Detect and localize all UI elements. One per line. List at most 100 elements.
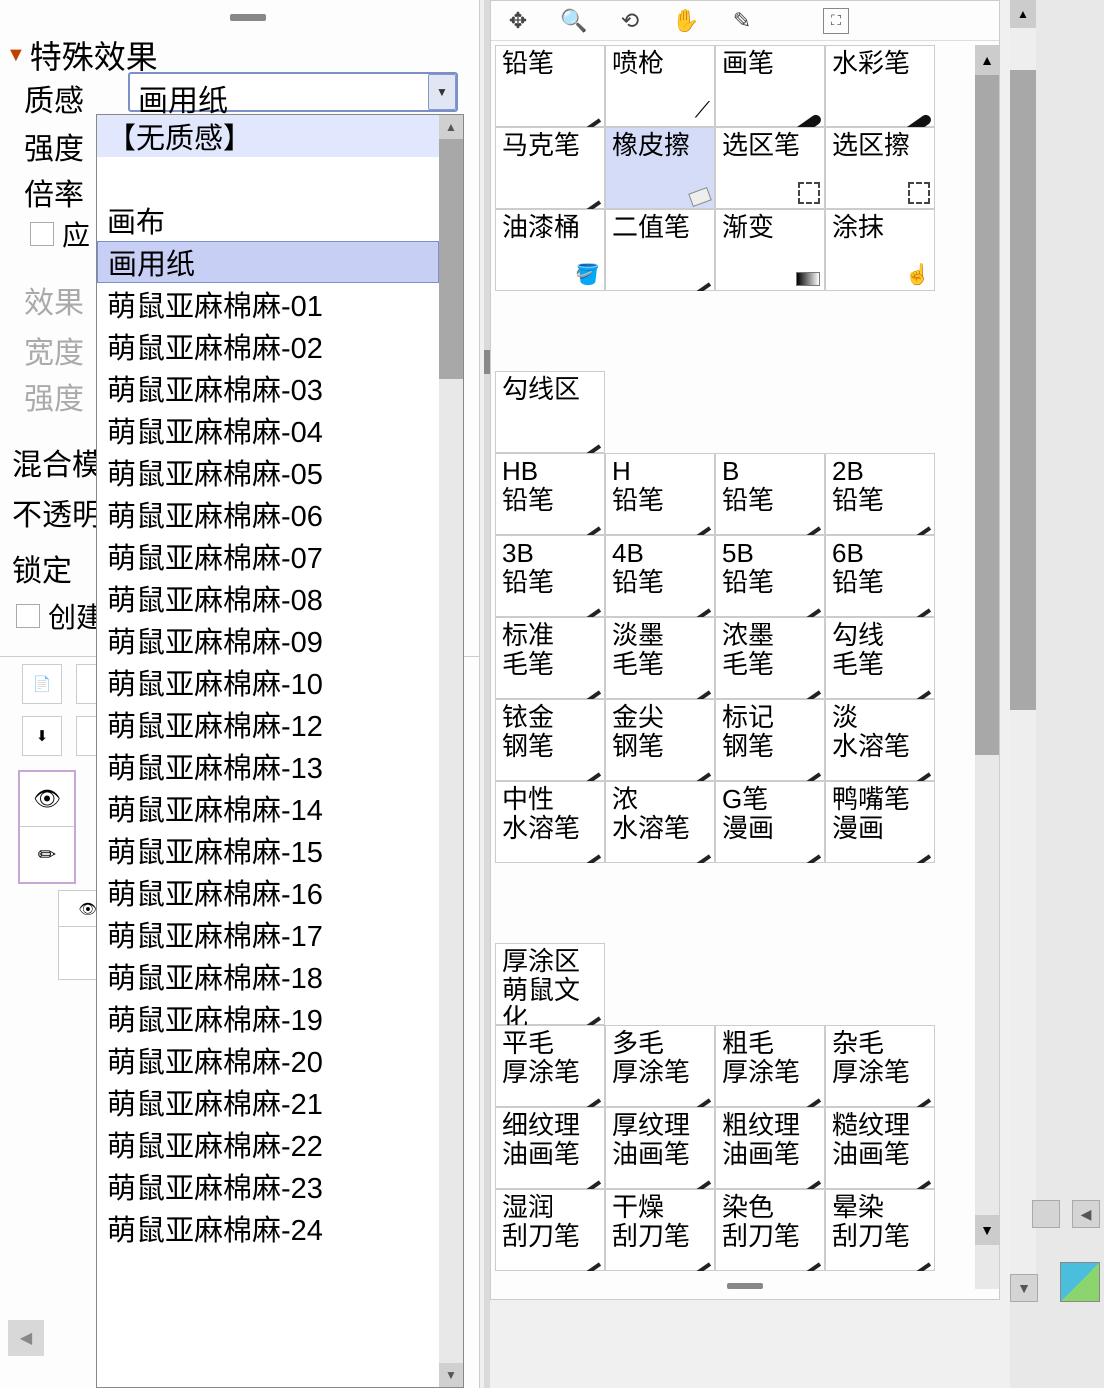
tool-B-铅笔[interactable]: B铅笔 — [715, 453, 825, 535]
panel-drag-handle[interactable] — [727, 1283, 763, 1289]
tool-鸭嘴笔-漫画[interactable]: 鸭嘴笔漫画 — [825, 781, 935, 863]
dropdown-item[interactable]: 萌鼠亚麻棉麻-04 — [97, 409, 439, 451]
dropdown-item[interactable]: 画布 — [97, 199, 439, 241]
tool-选区擦[interactable]: 选区擦 — [825, 127, 935, 209]
dropdown-item[interactable]: 萌鼠亚麻棉麻-09 — [97, 619, 439, 661]
tool-淡墨-毛笔[interactable]: 淡墨毛笔 — [605, 617, 715, 699]
edit-pencil-icon[interactable]: ✏ — [20, 827, 74, 882]
dropdown-item[interactable]: 萌鼠亚麻棉麻-05 — [97, 451, 439, 493]
zoom-tool-icon[interactable]: 🔍 — [559, 6, 589, 36]
dropdown-item[interactable]: 萌鼠亚麻棉麻-18 — [97, 955, 439, 997]
rotate-tool-icon[interactable]: ⟲ — [615, 6, 645, 36]
visibility-eye-icon[interactable]: 👁 — [20, 772, 74, 827]
tool-H-铅笔[interactable]: H铅笔 — [605, 453, 715, 535]
tool-3B-铅笔[interactable]: 3B铅笔 — [495, 535, 605, 617]
tool-淡-水溶笔[interactable]: 淡水溶笔 — [825, 699, 935, 781]
tool-渐变[interactable]: 渐变 — [715, 209, 825, 291]
mini-scrollbar[interactable]: ▲ — [1010, 0, 1036, 1300]
dropdown-item[interactable]: 萌鼠亚麻棉麻-12 — [97, 703, 439, 745]
dropdown-item[interactable]: 萌鼠亚麻棉麻-06 — [97, 493, 439, 535]
dropdown-item[interactable]: 萌鼠亚麻棉麻-15 — [97, 829, 439, 871]
tool-铅笔[interactable]: 铅笔 — [495, 45, 605, 127]
tool-油漆桶[interactable]: 油漆桶🪣 — [495, 209, 605, 291]
scroll-down-button[interactable]: ▼ — [439, 1363, 463, 1387]
tool-二值笔[interactable]: 二值笔 — [605, 209, 715, 291]
tool-选区笔[interactable]: 选区笔 — [715, 127, 825, 209]
dropdown-item[interactable]: 萌鼠亚麻棉麻-16 — [97, 871, 439, 913]
fit-view-icon[interactable]: ⛶ — [823, 8, 849, 34]
dropdown-item[interactable]: 萌鼠亚麻棉麻-01 — [97, 283, 439, 325]
tool-多毛-厚涂笔[interactable]: 多毛厚涂笔 — [605, 1025, 715, 1107]
dropdown-item[interactable]: 萌鼠亚麻棉麻-24 — [97, 1207, 439, 1249]
hand-tool-icon[interactable]: ✋ — [671, 6, 701, 36]
tool-湿润-刮刀笔[interactable]: 湿润刮刀笔 — [495, 1189, 605, 1271]
move-tool-icon[interactable]: ✥ — [503, 6, 533, 36]
tool-粗毛-厚涂笔[interactable]: 粗毛厚涂笔 — [715, 1025, 825, 1107]
tool-标记-钢笔[interactable]: 标记钢笔 — [715, 699, 825, 781]
scroll-up-button[interactable]: ▲ — [975, 45, 999, 75]
texture-select[interactable]: 画用纸 — [128, 72, 458, 112]
tool-铱金-钢笔[interactable]: 铱金钢笔 — [495, 699, 605, 781]
tool-粗纹理-油画笔[interactable]: 粗纹理油画笔 — [715, 1107, 825, 1189]
dropdown-item[interactable]: 萌鼠亚麻棉麻-02 — [97, 325, 439, 367]
dropdown-item[interactable]: 萌鼠亚麻棉麻-20 — [97, 1039, 439, 1081]
dropdown-item[interactable]: 萌鼠亚麻棉麻-07 — [97, 535, 439, 577]
collapse-triangle-icon[interactable]: ▼ — [6, 44, 26, 67]
tool-水彩笔[interactable]: 水彩笔 — [825, 45, 935, 127]
tool-4B-铅笔[interactable]: 4B铅笔 — [605, 535, 715, 617]
scroll-up-button[interactable]: ▲ — [1010, 0, 1036, 28]
eyedropper-tool-icon[interactable]: ✎ — [727, 6, 757, 36]
dropdown-arrow-icon[interactable] — [428, 74, 456, 110]
tool-干燥-刮刀笔[interactable]: 干燥刮刀笔 — [605, 1189, 715, 1271]
scrollbar-thumb[interactable] — [1010, 70, 1036, 710]
tool-马克笔[interactable]: 马克笔 — [495, 127, 605, 209]
dropdown-item[interactable]: 萌鼠亚麻棉麻-17 — [97, 913, 439, 955]
scrollbar-thumb[interactable] — [439, 139, 463, 379]
tool-金尖-钢笔[interactable]: 金尖钢笔 — [605, 699, 715, 781]
group-heading-lineart[interactable]: 勾线区 — [495, 371, 605, 453]
tool-浓墨-毛笔[interactable]: 浓墨毛笔 — [715, 617, 825, 699]
layer-icon-3[interactable]: ⬇ — [22, 716, 62, 756]
color-preview-icon[interactable] — [1060, 1262, 1100, 1302]
scrollbar-thumb[interactable] — [975, 75, 999, 755]
dropdown-item[interactable]: 萌鼠亚麻棉麻-10 — [97, 661, 439, 703]
tool-厚纹理-油画笔[interactable]: 厚纹理油画笔 — [605, 1107, 715, 1189]
panel-drag-handle[interactable] — [230, 14, 266, 21]
tool-画笔[interactable]: 画笔 — [715, 45, 825, 127]
scroll-down-button[interactable]: ▼ — [975, 1215, 999, 1245]
scroll-left-button[interactable]: ◀ — [8, 1320, 44, 1356]
create-checkbox[interactable] — [16, 604, 40, 628]
tool-糙纹理-油画笔[interactable]: 糙纹理油画笔 — [825, 1107, 935, 1189]
dropdown-item[interactable]: 萌鼠亚麻棉麻-08 — [97, 577, 439, 619]
tool-晕染-刮刀笔[interactable]: 晕染刮刀笔 — [825, 1189, 935, 1271]
dropdown-item[interactable]: 萌鼠亚麻棉麻-23 — [97, 1165, 439, 1207]
dropdown-item[interactable]: 萌鼠亚麻棉麻-22 — [97, 1123, 439, 1165]
tool-染色-刮刀笔[interactable]: 染色刮刀笔 — [715, 1189, 825, 1271]
active-layer[interactable]: 👁 ✏ — [18, 770, 76, 884]
dropdown-scrollbar[interactable]: ▲ ▼ — [439, 115, 463, 1387]
tool-橡皮擦[interactable]: 橡皮擦 — [605, 127, 715, 209]
tool-平毛-厚涂笔[interactable]: 平毛厚涂笔 — [495, 1025, 605, 1107]
tool-标准-毛笔[interactable]: 标准毛笔 — [495, 617, 605, 699]
tool-杂毛-厚涂笔[interactable]: 杂毛厚涂笔 — [825, 1025, 935, 1107]
scroll-up-button[interactable]: ▲ — [439, 115, 463, 139]
dropdown-item[interactable]: 萌鼠亚麻棉麻-03 — [97, 367, 439, 409]
dropdown-item[interactable]: 萌鼠亚麻棉麻-14 — [97, 787, 439, 829]
apply-checkbox[interactable] — [30, 222, 54, 246]
tool-浓-水溶笔[interactable]: 浓水溶笔 — [605, 781, 715, 863]
group-heading-impasto[interactable]: 厚涂区萌鼠文化 — [495, 943, 605, 1025]
mini-collapse-left[interactable]: ◀ — [1072, 1200, 1100, 1228]
tool-5B-铅笔[interactable]: 5B铅笔 — [715, 535, 825, 617]
dropdown-item[interactable]: 萌鼠亚麻棉麻-19 — [97, 997, 439, 1039]
tool-喷枪[interactable]: 喷枪⟋ — [605, 45, 715, 127]
tool-勾线-毛笔[interactable]: 勾线毛笔 — [825, 617, 935, 699]
dropdown-item[interactable]: 画用纸 — [97, 241, 439, 283]
dropdown-item[interactable]: 萌鼠亚麻棉麻-13 — [97, 745, 439, 787]
tool-涂抹[interactable]: 涂抹☝ — [825, 209, 935, 291]
tool-G笔-漫画[interactable]: G笔漫画 — [715, 781, 825, 863]
dropdown-item[interactable] — [97, 157, 439, 199]
tool-HB-铅笔[interactable]: HB铅笔 — [495, 453, 605, 535]
tool-scrollbar[interactable]: ▲ ▼ — [975, 45, 999, 1289]
tool-6B-铅笔[interactable]: 6B铅笔 — [825, 535, 935, 617]
tool-2B-铅笔[interactable]: 2B铅笔 — [825, 453, 935, 535]
